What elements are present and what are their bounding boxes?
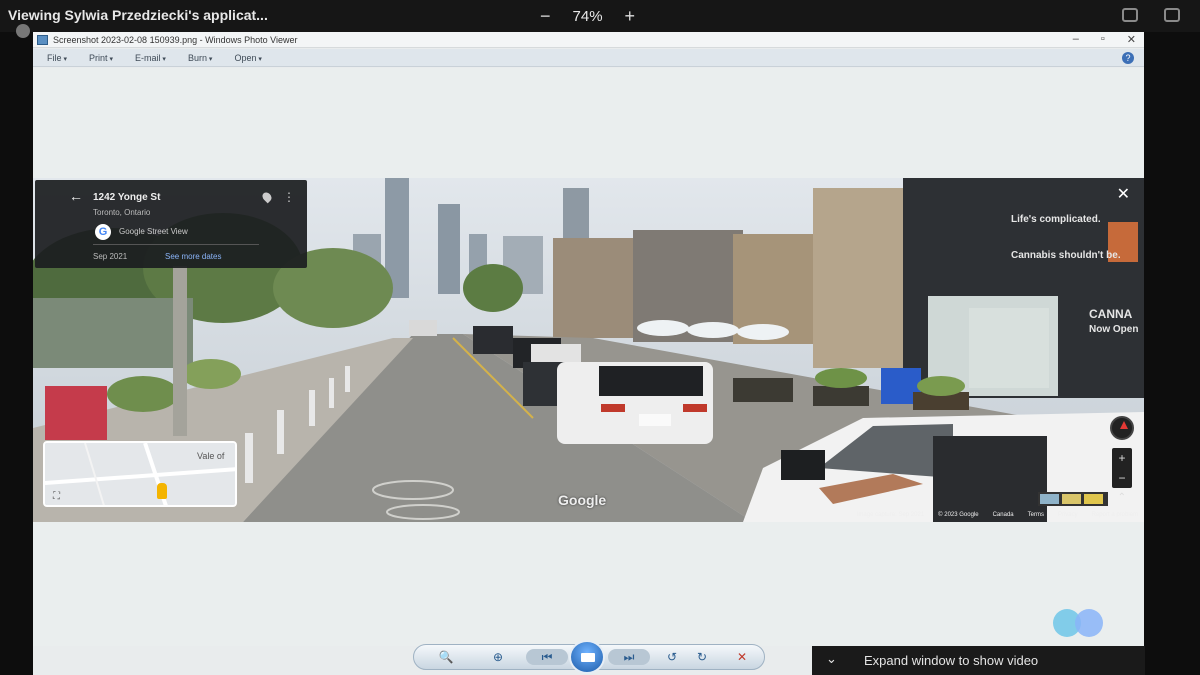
- window-controls: ‒ ▫ ✕: [1073, 33, 1136, 46]
- minimize-button[interactable]: ‒: [1073, 33, 1079, 46]
- menu-file[interactable]: File: [47, 53, 67, 63]
- zoom-controls: − 74% +: [540, 6, 635, 27]
- rotate-ccw-icon[interactable]: ↺: [662, 649, 682, 665]
- share-actions: [1122, 8, 1180, 22]
- credit-terms[interactable]: Terms: [1028, 512, 1044, 518]
- capture-date: Sep 2021: [93, 252, 128, 261]
- credit-privacy[interactable]: Privacy: [1058, 512, 1078, 518]
- pop-out-icon[interactable]: [1122, 8, 1138, 22]
- menu-email[interactable]: E-mail: [135, 53, 166, 63]
- zoom-tool-icon[interactable]: 🔍: [436, 649, 456, 665]
- back-arrow-icon[interactable]: ←: [69, 188, 83, 204]
- presenter-avatar-icon: [16, 24, 30, 38]
- expand-video-bar[interactable]: ⌄ Expand window to show video: [812, 646, 1145, 675]
- photo-viewer-window: Screenshot 2023-02-08 150939.png - Windo…: [33, 32, 1144, 675]
- chevron-down-icon: ⌄: [826, 651, 837, 666]
- menu-print[interactable]: Print: [89, 53, 113, 63]
- sign-text-4: Now Open: [1089, 324, 1138, 335]
- photo-viewer-app-icon: [37, 35, 48, 45]
- expand-map-icon[interactable]: ⛶: [53, 491, 60, 502]
- sign-text-3: CANNA: [1089, 307, 1133, 321]
- pegman-icon[interactable]: [157, 483, 167, 499]
- collapse-icon[interactable]: ⌃: [1118, 492, 1126, 503]
- zoom-in-button[interactable]: +: [625, 6, 636, 27]
- street-city: Toronto, Ontario: [93, 208, 151, 217]
- zoom-out-button[interactable]: −: [540, 6, 551, 27]
- previous-image-icon[interactable]: ⏮: [532, 649, 562, 665]
- slideshow-button[interactable]: [569, 640, 605, 674]
- rotate-cw-icon[interactable]: ↻: [692, 649, 712, 665]
- window-titlebar: Screenshot 2023-02-08 150939.png - Windo…: [33, 32, 1144, 48]
- share-title: Viewing Sylwia Przedziecki's applicat...: [8, 7, 268, 23]
- delete-icon[interactable]: ✕: [732, 649, 752, 665]
- next-image-icon[interactable]: ⏭: [614, 649, 644, 665]
- app-logo-icon: [1053, 609, 1103, 637]
- minimap-label: Vale of: [197, 451, 225, 461]
- see-more-dates-link[interactable]: See more dates: [165, 252, 221, 261]
- credit-country[interactable]: Canada: [993, 512, 1014, 518]
- menu-bar: File Print E-mail Burn Open ?: [33, 49, 1144, 67]
- minimap[interactable]: Vale of ⛶: [43, 441, 237, 507]
- sign-text-1: Life's complicated.: [1011, 214, 1101, 225]
- actual-size-icon[interactable]: ⊕: [488, 649, 508, 665]
- google-watermark: Google: [558, 492, 607, 508]
- close-window-button[interactable]: ✕: [1127, 33, 1136, 46]
- street-view-zoom: + −: [1112, 448, 1132, 488]
- credit-copyright: © 2023 Google: [938, 512, 979, 518]
- credit-report[interactable]: Report a problem: [1092, 512, 1138, 518]
- maximize-button[interactable]: ▫: [1101, 33, 1105, 46]
- street-address: 1242 Yonge St: [93, 192, 161, 203]
- help-icon[interactable]: ?: [1122, 52, 1134, 64]
- photo-strip[interactable]: [1038, 492, 1108, 506]
- zoom-level: 74%: [572, 8, 603, 25]
- window-title: Screenshot 2023-02-08 150939.png - Windo…: [53, 35, 298, 45]
- location-pin-icon[interactable]: [260, 190, 274, 204]
- credit-capture: Image capture: Sep 2021: [856, 512, 925, 518]
- google-logo-icon: G: [95, 224, 111, 240]
- options-icon[interactable]: [1164, 8, 1180, 22]
- street-view-brand: Google Street View: [119, 227, 188, 236]
- sv-zoom-in-button[interactable]: +: [1112, 448, 1132, 468]
- sv-zoom-out-button[interactable]: −: [1112, 468, 1132, 488]
- close-street-view-icon[interactable]: ✕: [1117, 184, 1130, 204]
- image-viewport: Life's complicated. Cannabis shouldn't b…: [33, 68, 1144, 646]
- image-credits: Image capture: Sep 2021 © 2023 Google Ca…: [857, 512, 1138, 518]
- menu-burn[interactable]: Burn: [188, 53, 212, 63]
- screen-share-bar: Viewing Sylwia Przedziecki's applicat...…: [0, 0, 1200, 38]
- more-options-icon[interactable]: ⋮: [283, 190, 295, 204]
- photo-viewer-toolbar: 🔍 ⊕ ⏮ ⏭ ↺ ↻ ✕: [413, 640, 765, 674]
- street-view-screenshot: Life's complicated. Cannabis shouldn't b…: [33, 178, 1144, 522]
- compass-icon[interactable]: [1110, 416, 1134, 440]
- menu-open[interactable]: Open: [234, 53, 262, 63]
- card-divider: [93, 244, 259, 245]
- expand-window-text: Expand window to show video: [864, 653, 1039, 668]
- street-view-info-card: ← 1242 Yonge St Toronto, Ontario ⋮ G Goo…: [35, 180, 307, 268]
- sign-text-2: Cannabis shouldn't be.: [1011, 250, 1121, 261]
